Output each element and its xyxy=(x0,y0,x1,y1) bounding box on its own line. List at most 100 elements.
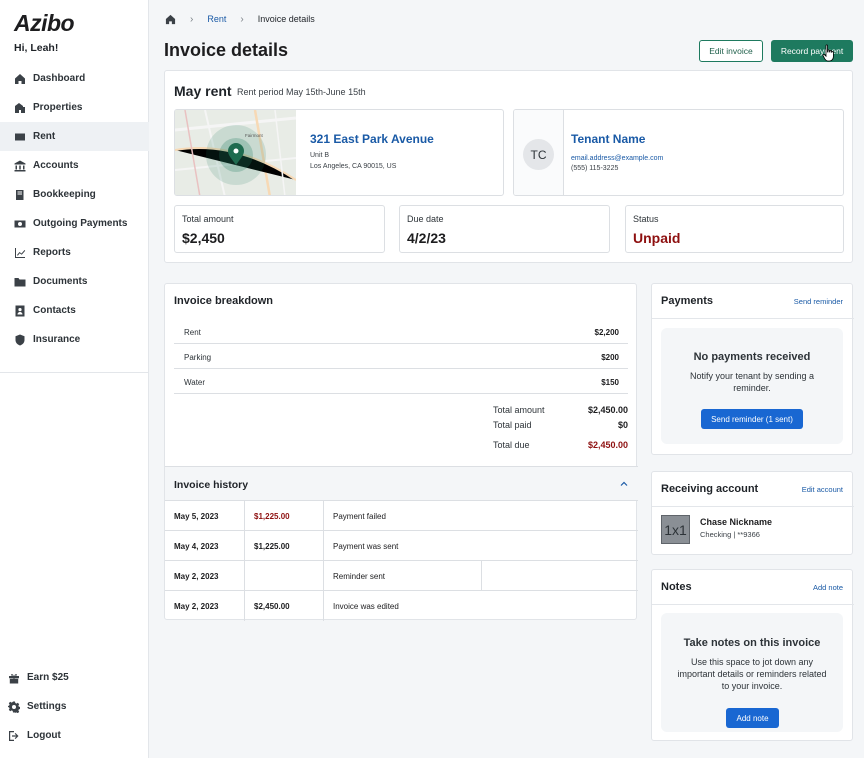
sidebar-item-label: Earn $25 xyxy=(27,672,69,683)
tenant-card[interactable]: TC Tenant Name email.address@example.com… xyxy=(513,109,844,196)
sidebar-item-insurance[interactable]: Insurance xyxy=(0,325,149,354)
total-paid-row: Total paid $0 xyxy=(165,420,638,434)
history-status: Payment failed xyxy=(333,512,386,521)
property-unit: Unit B xyxy=(310,152,330,159)
bank-name: Chase Nickname xyxy=(700,517,773,527)
sidebar-item-dashboard[interactable]: Dashboard xyxy=(0,64,149,93)
breadcrumb: › Rent › Invoice details xyxy=(165,12,315,26)
page-title: Invoice details xyxy=(164,40,289,60)
tenant-name[interactable]: Tenant Name xyxy=(571,132,645,146)
add-note-button[interactable]: Add note xyxy=(726,708,779,728)
property-card[interactable]: Fairmont 321 East Park Avenue Unit B Los… xyxy=(174,109,504,196)
shield-icon xyxy=(14,334,26,346)
empty-text: Notify your tenant by sending a reminder… xyxy=(689,371,815,393)
bank-detail: Checking | **9366 xyxy=(700,530,760,539)
breadcrumb-rent-link[interactable]: Rent xyxy=(207,14,226,24)
table-row: May 4, 2023 $1,225.00 Payment was sent xyxy=(165,531,638,561)
tenant-email[interactable]: email.address@example.com xyxy=(571,155,663,162)
logout-icon xyxy=(8,730,20,742)
sidebar-item-logout[interactable]: Logout xyxy=(0,721,149,750)
send-reminder-link[interactable]: Send reminder xyxy=(794,297,843,306)
payments-empty-state: No payments received Notify your tenant … xyxy=(661,328,843,444)
gear-icon xyxy=(8,701,20,713)
history-date: May 5, 2023 xyxy=(174,512,219,521)
history-amount: $1,225.00 xyxy=(254,512,290,521)
receiving-account-card: Receiving account Edit account 1x1 Chase… xyxy=(651,471,854,555)
status-badge: Unpaid xyxy=(633,230,681,246)
contact-icon xyxy=(14,305,26,317)
history-status: Payment was sent xyxy=(333,542,399,551)
total-value: $0 xyxy=(617,420,628,430)
sidebar-item-settings[interactable]: Settings xyxy=(0,692,149,721)
sidebar-item-documents[interactable]: Documents xyxy=(0,267,149,296)
sidebar-item-label: Dashboard xyxy=(33,73,86,84)
sidebar-item-properties[interactable]: Properties xyxy=(0,93,149,122)
folder-icon xyxy=(14,276,26,288)
sidebar-bottom: Earn $25 Settings Logout xyxy=(0,663,149,750)
history-status: Invoice was edited xyxy=(333,602,399,611)
notes-card: Notes Add note Take notes on this invoic… xyxy=(651,569,854,741)
table-row: May 2, 2023 Reminder sent xyxy=(165,561,638,591)
edit-invoice-button[interactable]: Edit invoice xyxy=(699,40,763,62)
sidebar-item-bookkeeping[interactable]: Bookkeeping xyxy=(0,180,149,209)
send-reminder-button[interactable]: Send reminder (1 sent) xyxy=(701,409,803,429)
app-logo[interactable]: Azibo xyxy=(14,10,75,37)
sidebar-item-contacts[interactable]: Contacts xyxy=(0,296,149,325)
empty-title: No payments received xyxy=(693,351,811,363)
sidebar-item-label: Properties xyxy=(33,102,83,113)
total-label: Total amount xyxy=(493,405,545,415)
sidebar-item-label: Settings xyxy=(27,701,67,712)
line-item-name: Water xyxy=(184,378,206,387)
sidebar-item-reports[interactable]: Reports xyxy=(0,238,149,267)
chevron-up-icon[interactable] xyxy=(619,479,629,489)
divider xyxy=(652,506,854,507)
sidebar-item-earn[interactable]: Earn $25 xyxy=(0,663,149,692)
stat-label: Total amount xyxy=(182,214,234,224)
book-icon xyxy=(14,189,26,201)
table-row: Parking $200 xyxy=(174,344,628,369)
sidebar-item-label: Reports xyxy=(33,247,71,258)
bank-logo-icon: 1x1 xyxy=(661,515,690,544)
receiving-title: Receiving account xyxy=(661,483,759,495)
avatar: TC xyxy=(523,139,554,170)
payments-card: Payments Send reminder No payments recei… xyxy=(651,283,854,455)
sidebar-item-label: Insurance xyxy=(33,334,81,345)
sidebar-item-label: Contacts xyxy=(33,305,76,316)
sidebar-item-label: Logout xyxy=(27,730,61,741)
divider xyxy=(652,318,854,319)
edit-account-link[interactable]: Edit account xyxy=(802,485,843,494)
bank-icon xyxy=(14,160,26,172)
rent-period: Rent period May 15th-June 15th xyxy=(237,87,366,97)
total-value: $2,450.00 xyxy=(587,440,628,450)
stat-label: Due date xyxy=(407,214,444,224)
chart-icon xyxy=(14,247,26,259)
breadcrumb-current: Invoice details xyxy=(257,14,315,24)
greeting: Hi, Leah! xyxy=(14,42,59,54)
invoice-history-toggle[interactable]: Invoice history xyxy=(165,466,638,501)
history-date: May 2, 2023 xyxy=(174,602,219,611)
sidebar-item-label: Documents xyxy=(33,276,88,287)
home-icon[interactable] xyxy=(165,14,176,25)
sidebar-item-outgoing-payments[interactable]: Outgoing Payments xyxy=(0,209,149,238)
add-note-link[interactable]: Add note xyxy=(813,583,843,592)
total-label: Total paid xyxy=(493,420,532,430)
chevron-right-icon: › xyxy=(190,13,194,25)
payments-title: Payments xyxy=(661,295,713,307)
total-due-row: Total due $2,450.00 xyxy=(165,440,638,454)
sidebar-item-accounts[interactable]: Accounts xyxy=(0,151,149,180)
status-stat: Status Unpaid xyxy=(625,205,844,253)
line-item-name: Rent xyxy=(184,328,201,337)
tenant-phone: (555) 115-3225 xyxy=(571,165,619,172)
history-amount: $2,450.00 xyxy=(254,602,290,611)
sidebar-item-label: Rent xyxy=(33,131,56,142)
property-name[interactable]: 321 East Park Avenue xyxy=(310,132,434,146)
building-icon xyxy=(14,102,26,114)
sidebar-item-label: Bookkeeping xyxy=(33,189,96,200)
line-item-name: Parking xyxy=(184,353,212,362)
table-row: May 2, 2023 $2,450.00 Invoice was edited xyxy=(165,591,638,621)
history-amount: $1,225.00 xyxy=(254,542,290,551)
sidebar-item-rent[interactable]: Rent xyxy=(0,122,149,151)
history-status: Reminder sent xyxy=(333,572,386,581)
record-payment-button[interactable]: Record payment xyxy=(771,40,853,62)
empty-text: Use this space to jot down any important… xyxy=(677,657,827,691)
